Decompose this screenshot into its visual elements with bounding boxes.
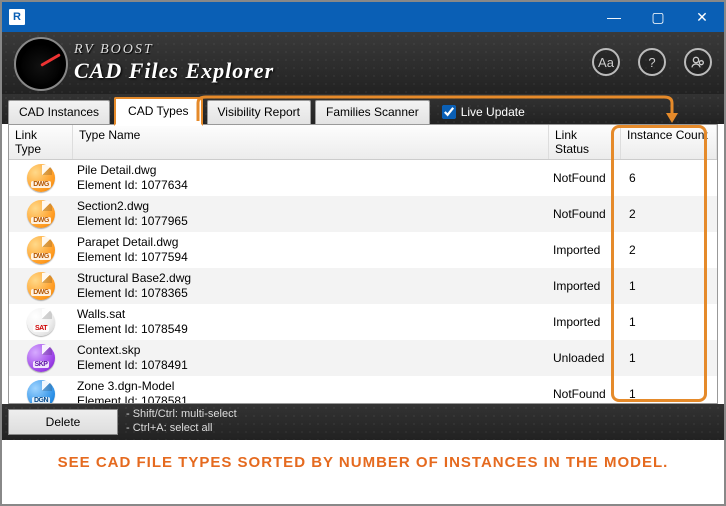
cell-link-type: SAT — [9, 308, 73, 336]
cell-link-type: SKP — [9, 344, 73, 372]
cell-link-status: Imported — [549, 279, 621, 293]
gauge-icon — [14, 37, 68, 91]
sat-file-icon: SAT — [27, 308, 55, 336]
col-link-status[interactable]: Link Status — [549, 125, 621, 159]
cell-instance-count: 2 — [621, 207, 717, 221]
cell-link-status: NotFound — [549, 171, 621, 185]
cell-link-status: Imported — [549, 315, 621, 329]
cell-link-type: DWG — [9, 236, 73, 264]
cell-type-name: Walls.satElement Id: 1078549 — [73, 305, 549, 339]
dgn-file-icon: DGN — [27, 380, 55, 403]
grid-header: Link Type Type Name Link Status Instance… — [9, 125, 717, 160]
help-icon[interactable]: ? — [638, 48, 666, 76]
cell-link-status: NotFound — [549, 387, 621, 401]
dwg-file-icon: DWG — [27, 164, 55, 192]
cell-type-name: Context.skpElement Id: 1078491 — [73, 341, 549, 375]
cell-link-type: DGN — [9, 380, 73, 403]
toolbar: CAD Instances CAD Types Visibility Repor… — [2, 94, 724, 124]
tab-cad-types[interactable]: CAD Types — [114, 97, 202, 126]
window-controls: — ▢ ✕ — [592, 2, 724, 32]
table-row[interactable]: DWG Parapet Detail.dwgElement Id: 1077594… — [9, 232, 717, 268]
skp-file-icon: SKP — [27, 344, 55, 372]
cell-link-status: NotFound — [549, 207, 621, 221]
tab-families-scanner[interactable]: Families Scanner — [315, 100, 430, 124]
settings-icon[interactable] — [684, 48, 712, 76]
cell-type-name: Zone 3.dgn-ModelElement Id: 1078581 — [73, 377, 549, 403]
hint-multiselect: - Shift/Ctrl: multi-select — [126, 408, 237, 422]
minimize-button[interactable]: — — [592, 2, 636, 32]
cell-instance-count: 1 — [621, 279, 717, 293]
tool-title: CAD Files Explorer — [74, 58, 274, 84]
cell-type-name: Pile Detail.dwgElement Id: 1077634 — [73, 161, 549, 195]
cell-link-type: DWG — [9, 164, 73, 192]
titlebar-left: R — [2, 8, 26, 26]
dwg-file-icon: DWG — [27, 272, 55, 300]
close-button[interactable]: ✕ — [680, 2, 724, 32]
col-instance-count[interactable]: Instance Count — [621, 125, 717, 159]
cell-link-status: Imported — [549, 243, 621, 257]
table-row[interactable]: DWG Section2.dwgElement Id: 1077965NotFou… — [9, 196, 717, 232]
caption-text: SEE CAD FILE TYPES SORTED BY NUMBER OF I… — [2, 440, 724, 471]
header: RV BOOST CAD Files Explorer Aa ? — [2, 32, 724, 94]
header-text: RV BOOST CAD Files Explorer — [74, 42, 274, 84]
grid-body[interactable]: DWGPile Detail.dwgElement Id: 1077634Not… — [9, 160, 717, 403]
table-row[interactable]: SKP Context.skpElement Id: 1078491Unloade… — [9, 340, 717, 376]
cell-type-name: Section2.dwgElement Id: 1077965 — [73, 197, 549, 231]
tab-visibility-report[interactable]: Visibility Report — [207, 100, 311, 124]
col-type-name[interactable]: Type Name — [73, 125, 549, 159]
table-row[interactable]: DWG Structural Base2.dwgElement Id: 10783… — [9, 268, 717, 304]
selection-hints: - Shift/Ctrl: multi-select - Ctrl+A: sel… — [126, 408, 237, 436]
cell-instance-count: 2 — [621, 243, 717, 257]
col-link-type[interactable]: Link Type — [9, 125, 73, 159]
delete-button[interactable]: Delete — [8, 409, 118, 435]
cell-link-status: Unloaded — [549, 351, 621, 365]
dwg-file-icon: DWG — [27, 200, 55, 228]
cell-link-type: DWG — [9, 200, 73, 228]
footer: Delete - Shift/Ctrl: multi-select - Ctrl… — [2, 404, 724, 440]
cell-type-name: Structural Base2.dwgElement Id: 1078365 — [73, 269, 549, 303]
table-row[interactable]: DGN Zone 3.dgn-ModelElement Id: 1078581No… — [9, 376, 717, 403]
cell-link-type: DWG — [9, 272, 73, 300]
app-icon: R — [8, 8, 26, 26]
cell-instance-count: 6 — [621, 171, 717, 185]
cell-type-name: Parapet Detail.dwgElement Id: 1077594 — [73, 233, 549, 267]
brand-label: RV BOOST — [74, 42, 274, 58]
font-size-icon[interactable]: Aa — [592, 48, 620, 76]
table-row[interactable]: SAT Walls.satElement Id: 1078549Imported1 — [9, 304, 717, 340]
table-row[interactable]: DWG Pile Detail.dwgElement Id: 1077634Not… — [9, 160, 717, 196]
tab-cad-instances[interactable]: CAD Instances — [8, 100, 110, 124]
live-update-checkbox[interactable] — [442, 105, 456, 119]
header-icons: Aa ? — [592, 48, 712, 76]
titlebar: R — ▢ ✕ — [2, 2, 724, 32]
data-grid: Link Type Type Name Link Status Instance… — [8, 124, 718, 404]
cell-instance-count: 1 — [621, 387, 717, 401]
maximize-button[interactable]: ▢ — [636, 2, 680, 32]
live-update-label: Live Update — [461, 105, 525, 119]
app-window: R — ▢ ✕ RV BOOST CAD Files Explorer Aa ?… — [0, 0, 726, 506]
cell-instance-count: 1 — [621, 315, 717, 329]
hint-selectall: - Ctrl+A: select all — [126, 422, 237, 436]
cell-instance-count: 1 — [621, 351, 717, 365]
dwg-file-icon: DWG — [27, 236, 55, 264]
live-update-toggle[interactable]: Live Update — [442, 105, 525, 119]
